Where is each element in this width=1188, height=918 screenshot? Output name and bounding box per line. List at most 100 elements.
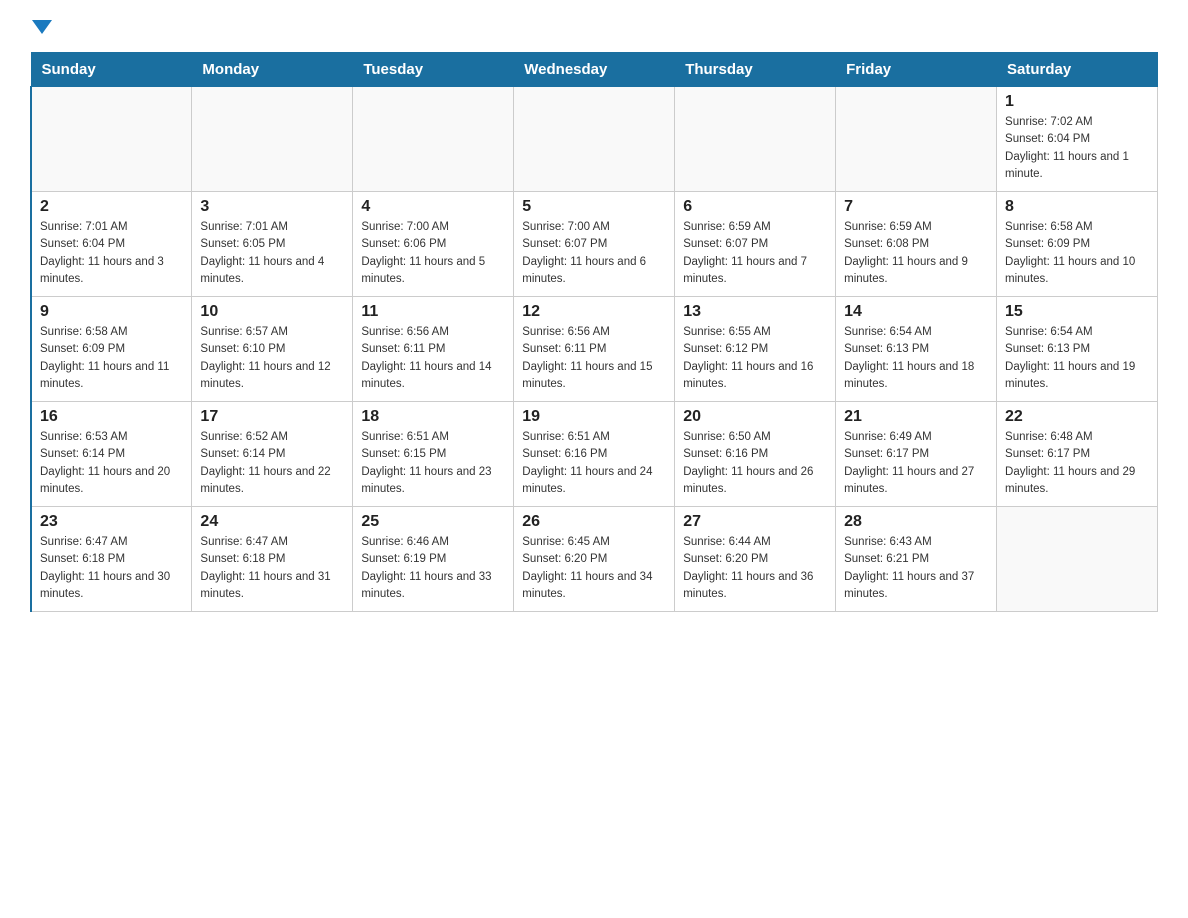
calendar-cell: 16 Sunrise: 6:53 AMSunset: 6:14 PMDayligh… xyxy=(31,402,192,507)
logo-arrow-icon xyxy=(32,20,52,34)
day-number: 9 xyxy=(40,303,183,321)
day-number: 24 xyxy=(200,513,344,531)
days-of-week-row: SundayMondayTuesdayWednesdayThursdayFrid… xyxy=(31,53,1158,87)
calendar-cell: 3 Sunrise: 7:01 AMSunset: 6:05 PMDaylight… xyxy=(192,192,353,297)
header xyxy=(30,20,1158,36)
calendar-cell xyxy=(997,507,1158,612)
day-info: Sunrise: 6:48 AMSunset: 6:17 PMDaylight:… xyxy=(1005,429,1149,498)
day-number: 28 xyxy=(844,513,988,531)
day-info: Sunrise: 6:53 AMSunset: 6:14 PMDaylight:… xyxy=(40,429,183,498)
day-number: 14 xyxy=(844,303,988,321)
day-number: 2 xyxy=(40,198,183,216)
day-header-tuesday: Tuesday xyxy=(353,53,514,87)
day-info: Sunrise: 7:00 AMSunset: 6:07 PMDaylight:… xyxy=(522,219,666,288)
day-info: Sunrise: 6:58 AMSunset: 6:09 PMDaylight:… xyxy=(1005,219,1149,288)
calendar-cell: 22 Sunrise: 6:48 AMSunset: 6:17 PMDayligh… xyxy=(997,402,1158,507)
day-info: Sunrise: 6:54 AMSunset: 6:13 PMDaylight:… xyxy=(1005,324,1149,393)
day-info: Sunrise: 6:57 AMSunset: 6:10 PMDaylight:… xyxy=(200,324,344,393)
day-info: Sunrise: 7:00 AMSunset: 6:06 PMDaylight:… xyxy=(361,219,505,288)
day-number: 15 xyxy=(1005,303,1149,321)
day-info: Sunrise: 6:56 AMSunset: 6:11 PMDaylight:… xyxy=(522,324,666,393)
day-number: 16 xyxy=(40,408,183,426)
day-header-friday: Friday xyxy=(836,53,997,87)
day-header-sunday: Sunday xyxy=(31,53,192,87)
calendar-body: 1 Sunrise: 7:02 AMSunset: 6:04 PMDaylight… xyxy=(31,87,1158,612)
day-info: Sunrise: 6:47 AMSunset: 6:18 PMDaylight:… xyxy=(40,534,183,603)
day-info: Sunrise: 7:01 AMSunset: 6:04 PMDaylight:… xyxy=(40,219,183,288)
calendar-cell: 23 Sunrise: 6:47 AMSunset: 6:18 PMDayligh… xyxy=(31,507,192,612)
day-info: Sunrise: 6:51 AMSunset: 6:16 PMDaylight:… xyxy=(522,429,666,498)
day-info: Sunrise: 6:59 AMSunset: 6:08 PMDaylight:… xyxy=(844,219,988,288)
week-row-1: 2 Sunrise: 7:01 AMSunset: 6:04 PMDaylight… xyxy=(31,192,1158,297)
day-info: Sunrise: 6:51 AMSunset: 6:15 PMDaylight:… xyxy=(361,429,505,498)
calendar-cell: 10 Sunrise: 6:57 AMSunset: 6:10 PMDayligh… xyxy=(192,297,353,402)
week-row-0: 1 Sunrise: 7:02 AMSunset: 6:04 PMDaylight… xyxy=(31,87,1158,192)
week-row-3: 16 Sunrise: 6:53 AMSunset: 6:14 PMDayligh… xyxy=(31,402,1158,507)
calendar-cell: 24 Sunrise: 6:47 AMSunset: 6:18 PMDayligh… xyxy=(192,507,353,612)
calendar-cell xyxy=(514,87,675,192)
day-info: Sunrise: 6:46 AMSunset: 6:19 PMDaylight:… xyxy=(361,534,505,603)
day-number: 25 xyxy=(361,513,505,531)
calendar-cell xyxy=(836,87,997,192)
calendar-cell: 9 Sunrise: 6:58 AMSunset: 6:09 PMDaylight… xyxy=(31,297,192,402)
day-number: 5 xyxy=(522,198,666,216)
calendar-cell xyxy=(675,87,836,192)
day-number: 6 xyxy=(683,198,827,216)
day-number: 23 xyxy=(40,513,183,531)
calendar-cell: 26Sunrise: 6:45 AMSunset: 6:20 PMDayligh… xyxy=(514,507,675,612)
day-info: Sunrise: 6:54 AMSunset: 6:13 PMDaylight:… xyxy=(844,324,988,393)
day-info: Sunrise: 6:47 AMSunset: 6:18 PMDaylight:… xyxy=(200,534,344,603)
day-info: Sunrise: 7:02 AMSunset: 6:04 PMDaylight:… xyxy=(1005,114,1149,183)
calendar-cell: 14 Sunrise: 6:54 AMSunset: 6:13 PMDayligh… xyxy=(836,297,997,402)
day-info: Sunrise: 6:52 AMSunset: 6:14 PMDaylight:… xyxy=(200,429,344,498)
day-number: 10 xyxy=(200,303,344,321)
calendar-cell: 15 Sunrise: 6:54 AMSunset: 6:13 PMDayligh… xyxy=(997,297,1158,402)
day-number: 27 xyxy=(683,513,827,531)
calendar-cell: 8 Sunrise: 6:58 AMSunset: 6:09 PMDaylight… xyxy=(997,192,1158,297)
day-number: 22 xyxy=(1005,408,1149,426)
calendar-cell: 7Sunrise: 6:59 AMSunset: 6:08 PMDaylight… xyxy=(836,192,997,297)
day-number: 3 xyxy=(200,198,344,216)
day-header-wednesday: Wednesday xyxy=(514,53,675,87)
calendar-cell: 1 Sunrise: 7:02 AMSunset: 6:04 PMDaylight… xyxy=(997,87,1158,192)
day-number: 20 xyxy=(683,408,827,426)
calendar-cell: 13 Sunrise: 6:55 AMSunset: 6:12 PMDayligh… xyxy=(675,297,836,402)
calendar-cell: 6 Sunrise: 6:59 AMSunset: 6:07 PMDaylight… xyxy=(675,192,836,297)
calendar-cell: 21Sunrise: 6:49 AMSunset: 6:17 PMDayligh… xyxy=(836,402,997,507)
calendar-cell: 18Sunrise: 6:51 AMSunset: 6:15 PMDayligh… xyxy=(353,402,514,507)
day-info: Sunrise: 6:55 AMSunset: 6:12 PMDaylight:… xyxy=(683,324,827,393)
logo xyxy=(30,20,54,36)
day-number: 21 xyxy=(844,408,988,426)
calendar-cell: 5 Sunrise: 7:00 AMSunset: 6:07 PMDaylight… xyxy=(514,192,675,297)
day-header-thursday: Thursday xyxy=(675,53,836,87)
calendar-cell: 28 Sunrise: 6:43 AMSunset: 6:21 PMDayligh… xyxy=(836,507,997,612)
day-number: 4 xyxy=(361,198,505,216)
day-info: Sunrise: 6:58 AMSunset: 6:09 PMDaylight:… xyxy=(40,324,183,393)
calendar-cell xyxy=(31,87,192,192)
day-number: 13 xyxy=(683,303,827,321)
day-header-saturday: Saturday xyxy=(997,53,1158,87)
day-number: 12 xyxy=(522,303,666,321)
day-number: 19 xyxy=(522,408,666,426)
calendar-table: SundayMondayTuesdayWednesdayThursdayFrid… xyxy=(30,52,1158,612)
calendar-cell: 11 Sunrise: 6:56 AMSunset: 6:11 PMDayligh… xyxy=(353,297,514,402)
day-number: 26 xyxy=(522,513,666,531)
day-number: 11 xyxy=(361,303,505,321)
calendar-cell xyxy=(353,87,514,192)
day-info: Sunrise: 7:01 AMSunset: 6:05 PMDaylight:… xyxy=(200,219,344,288)
calendar-cell: 19 Sunrise: 6:51 AMSunset: 6:16 PMDayligh… xyxy=(514,402,675,507)
calendar-cell xyxy=(192,87,353,192)
calendar-cell: 17 Sunrise: 6:52 AMSunset: 6:14 PMDayligh… xyxy=(192,402,353,507)
day-number: 8 xyxy=(1005,198,1149,216)
day-number: 1 xyxy=(1005,93,1149,111)
day-info: Sunrise: 6:44 AMSunset: 6:20 PMDaylight:… xyxy=(683,534,827,603)
day-header-monday: Monday xyxy=(192,53,353,87)
day-info: Sunrise: 6:50 AMSunset: 6:16 PMDaylight:… xyxy=(683,429,827,498)
day-info: Sunrise: 6:59 AMSunset: 6:07 PMDaylight:… xyxy=(683,219,827,288)
week-row-2: 9 Sunrise: 6:58 AMSunset: 6:09 PMDaylight… xyxy=(31,297,1158,402)
day-info: Sunrise: 6:56 AMSunset: 6:11 PMDaylight:… xyxy=(361,324,505,393)
day-info: Sunrise: 6:43 AMSunset: 6:21 PMDaylight:… xyxy=(844,534,988,603)
day-number: 17 xyxy=(200,408,344,426)
calendar-header: SundayMondayTuesdayWednesdayThursdayFrid… xyxy=(31,53,1158,87)
calendar-cell: 25 Sunrise: 6:46 AMSunset: 6:19 PMDayligh… xyxy=(353,507,514,612)
